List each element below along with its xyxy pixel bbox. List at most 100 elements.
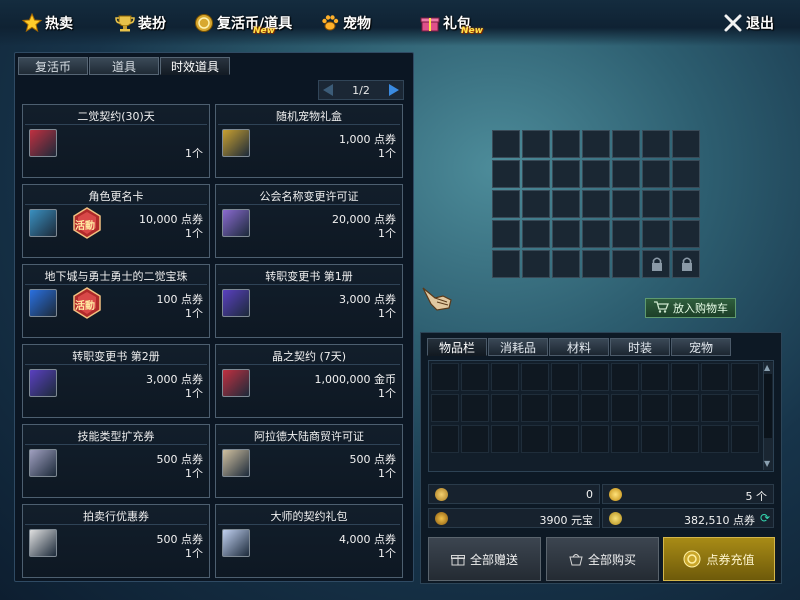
inventory-slot[interactable] <box>701 363 729 391</box>
inventory-slot[interactable] <box>731 363 759 391</box>
preview-slot[interactable] <box>612 250 640 278</box>
next-page-button[interactable] <box>389 84 399 96</box>
inventory-slot[interactable] <box>701 425 729 453</box>
preview-slot[interactable] <box>672 160 700 188</box>
preview-slot[interactable] <box>642 160 670 188</box>
prev-page-button[interactable] <box>323 84 333 96</box>
exit-button[interactable]: 退出 <box>723 10 774 36</box>
item-card[interactable]: 地下城与勇士勇士的二觉宝珠 活動 100 点券 1个 <box>22 264 210 338</box>
preview-slot[interactable] <box>522 160 550 188</box>
preview-slot[interactable] <box>582 190 610 218</box>
locked-slot[interactable] <box>672 250 700 278</box>
item-card[interactable]: 转职变更书 第2册 3,000 点券 1个 <box>22 344 210 418</box>
preview-slot[interactable] <box>672 220 700 248</box>
inventory-slot[interactable] <box>491 425 519 453</box>
guild-permit-icon[interactable] <box>222 209 250 237</box>
preview-slot[interactable] <box>552 190 580 218</box>
preview-slot[interactable] <box>672 190 700 218</box>
scroll-up-icon[interactable]: ▲ <box>764 363 770 372</box>
nav-costume[interactable]: 装扮 <box>115 10 166 36</box>
tab-inventory[interactable]: 物品栏 <box>427 338 487 356</box>
inventory-slot[interactable] <box>551 425 579 453</box>
inventory-slot[interactable] <box>521 363 549 391</box>
preview-slot[interactable] <box>492 250 520 278</box>
tab-timed-items[interactable]: 时效道具 <box>160 57 230 75</box>
preview-slot[interactable] <box>642 130 670 158</box>
inventory-slot[interactable] <box>671 394 699 422</box>
tab-items[interactable]: 道具 <box>89 57 159 75</box>
inventory-slot[interactable] <box>731 425 759 453</box>
item-card[interactable]: 二觉契约(30)天 1个 <box>22 104 210 178</box>
inventory-slot[interactable] <box>581 363 609 391</box>
preview-slot[interactable] <box>552 160 580 188</box>
buy-all-button[interactable]: 全部购买 <box>546 537 659 581</box>
preview-slot[interactable] <box>492 190 520 218</box>
preview-slot[interactable] <box>552 220 580 248</box>
preview-slot[interactable] <box>522 220 550 248</box>
preview-slot[interactable] <box>552 130 580 158</box>
inventory-slot[interactable] <box>641 394 669 422</box>
inventory-slot[interactable] <box>641 425 669 453</box>
inventory-slot[interactable] <box>611 363 639 391</box>
preview-slot[interactable] <box>612 220 640 248</box>
job-book-icon[interactable] <box>222 289 250 317</box>
inventory-slot[interactable] <box>731 394 759 422</box>
item-card[interactable]: 阿拉德大陆商贸许可证 500 点券 1个 <box>215 424 403 498</box>
item-card[interactable]: 转职变更书 第1册 3,000 点券 1个 <box>215 264 403 338</box>
item-card[interactable]: 晶之契约 (7天) 1,000,000 金币 1个 <box>215 344 403 418</box>
nav-hot-sale[interactable]: 热卖 <box>21 10 73 36</box>
preview-slot[interactable] <box>642 190 670 218</box>
scrollbar-thumb[interactable] <box>764 374 772 438</box>
preview-slot[interactable] <box>522 250 550 278</box>
preview-slot[interactable] <box>522 130 550 158</box>
preview-slot[interactable] <box>582 250 610 278</box>
inventory-slot[interactable] <box>581 425 609 453</box>
inventory-slot[interactable] <box>671 425 699 453</box>
inventory-slot[interactable] <box>581 394 609 422</box>
preview-slot[interactable] <box>552 250 580 278</box>
inventory-slot[interactable] <box>431 363 459 391</box>
inventory-slot[interactable] <box>461 363 489 391</box>
nav-pets[interactable]: 宠物 <box>320 10 371 36</box>
pet-giftbox-icon[interactable] <box>222 129 250 157</box>
tab-pets[interactable]: 宠物 <box>671 338 731 356</box>
orb-icon[interactable] <box>29 289 57 317</box>
preview-slot[interactable] <box>522 190 550 218</box>
preview-slot[interactable] <box>582 130 610 158</box>
preview-slot[interactable] <box>672 130 700 158</box>
master-contract-icon[interactable] <box>222 529 250 557</box>
skill-scroll-icon[interactable] <box>29 449 57 477</box>
rename-card-icon[interactable] <box>29 209 57 237</box>
gift-all-button[interactable]: 全部赠送 <box>428 537 541 581</box>
nav-revive-coin-items[interactable]: 复活币/道具 <box>194 10 292 36</box>
inventory-slot[interactable] <box>461 425 489 453</box>
tab-materials[interactable]: 材料 <box>549 338 609 356</box>
locked-slot[interactable] <box>642 250 670 278</box>
inventory-slot[interactable] <box>521 394 549 422</box>
scroll-down-icon[interactable]: ▼ <box>764 459 770 468</box>
preview-slot[interactable] <box>492 130 520 158</box>
inventory-slot[interactable] <box>431 425 459 453</box>
tab-revive-coin[interactable]: 复活币 <box>18 57 88 75</box>
refresh-icon[interactable]: ⟳ <box>760 511 770 525</box>
add-to-cart-button[interactable]: 放入购物车 <box>645 298 736 318</box>
inventory-slot[interactable] <box>491 394 519 422</box>
inventory-slot[interactable] <box>611 394 639 422</box>
inventory-slot[interactable] <box>611 425 639 453</box>
preview-slot[interactable] <box>582 160 610 188</box>
inventory-slot[interactable] <box>641 363 669 391</box>
preview-slot[interactable] <box>492 160 520 188</box>
preview-slot[interactable] <box>612 130 640 158</box>
item-card[interactable]: 角色更名卡 活動 10,000 点券 1个 <box>22 184 210 258</box>
tab-consumables[interactable]: 消耗品 <box>488 338 548 356</box>
inventory-slot[interactable] <box>521 425 549 453</box>
inventory-slot[interactable] <box>671 363 699 391</box>
inventory-slot[interactable] <box>551 363 579 391</box>
trade-permit-icon[interactable] <box>222 449 250 477</box>
item-card[interactable]: 大师的契约礼包 4,000 点券 1个 <box>215 504 403 578</box>
preview-slot[interactable] <box>492 220 520 248</box>
item-card[interactable]: 随机宠物礼盒 1,000 点券 1个 <box>215 104 403 178</box>
item-card[interactable]: 公会名称变更许可证 20,000 点券 1个 <box>215 184 403 258</box>
item-card[interactable]: 拍卖行优惠券 500 点券 1个 <box>22 504 210 578</box>
tab-fashion[interactable]: 时装 <box>610 338 670 356</box>
